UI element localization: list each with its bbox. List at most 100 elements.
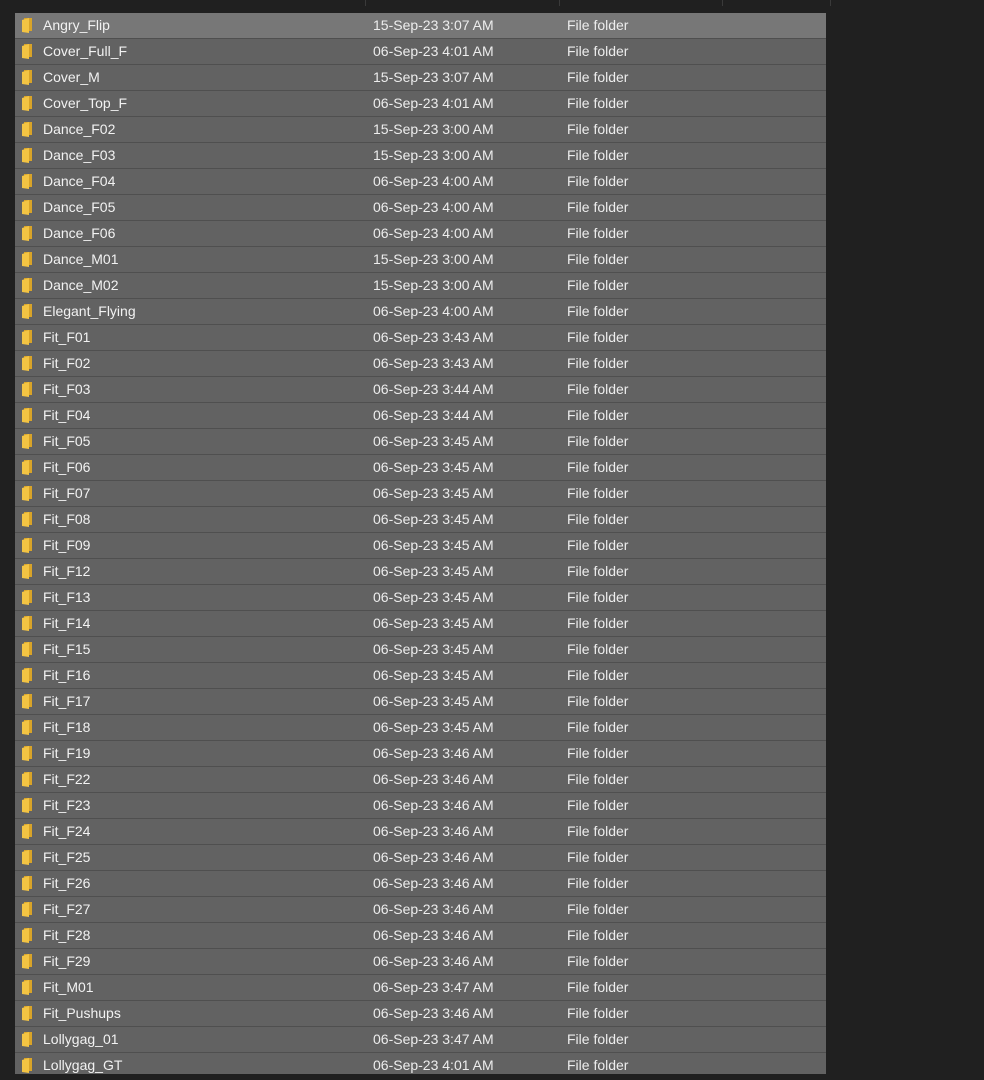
file-row[interactable]: Fit_F29 06-Sep-23 3:46 AM File folder xyxy=(15,949,826,975)
file-name: Dance_F02 xyxy=(43,121,116,137)
file-row[interactable]: Fit_F08 06-Sep-23 3:45 AM File folder xyxy=(15,507,826,533)
file-name: Fit_F29 xyxy=(43,953,91,969)
file-row[interactable]: Fit_F04 06-Sep-23 3:44 AM File folder xyxy=(15,403,826,429)
folder-icon xyxy=(22,226,32,241)
date-modified: 06-Sep-23 3:45 AM xyxy=(373,485,494,501)
file-row[interactable]: Fit_F05 06-Sep-23 3:45 AM File folder xyxy=(15,429,826,455)
file-row[interactable]: Fit_F15 06-Sep-23 3:45 AM File folder xyxy=(15,637,826,663)
file-row[interactable]: Fit_F23 06-Sep-23 3:46 AM File folder xyxy=(15,793,826,819)
file-type: File folder xyxy=(567,303,629,319)
file-row[interactable]: Dance_M01 15-Sep-23 3:00 AM File folder xyxy=(15,247,826,273)
folder-icon xyxy=(22,18,32,33)
file-name: Fit_F28 xyxy=(43,927,91,943)
file-row[interactable]: Fit_F28 06-Sep-23 3:46 AM File folder xyxy=(15,923,826,949)
file-name: Dance_M02 xyxy=(43,277,119,293)
file-type: File folder xyxy=(567,1057,629,1073)
folder-icon xyxy=(22,616,32,631)
file-row[interactable]: Fit_F16 06-Sep-23 3:45 AM File folder xyxy=(15,663,826,689)
file-row[interactable]: Fit_F24 06-Sep-23 3:46 AM File folder xyxy=(15,819,826,845)
file-row[interactable]: Fit_M01 06-Sep-23 3:47 AM File folder xyxy=(15,975,826,1001)
file-row[interactable]: Fit_F06 06-Sep-23 3:45 AM File folder xyxy=(15,455,826,481)
file-row[interactable]: Cover_Full_F 06-Sep-23 4:01 AM File fold… xyxy=(15,39,826,65)
date-modified: 06-Sep-23 3:45 AM xyxy=(373,615,494,631)
file-name: Fit_F02 xyxy=(43,355,91,371)
file-type: File folder xyxy=(567,147,629,163)
date-modified: 06-Sep-23 4:01 AM xyxy=(373,1057,494,1073)
date-modified: 06-Sep-23 3:45 AM xyxy=(373,511,494,527)
date-modified: 15-Sep-23 3:00 AM xyxy=(373,277,494,293)
file-row[interactable]: Fit_F17 06-Sep-23 3:45 AM File folder xyxy=(15,689,826,715)
file-row[interactable]: Fit_F07 06-Sep-23 3:45 AM File folder xyxy=(15,481,826,507)
file-row[interactable]: Fit_Pushups 06-Sep-23 3:46 AM File folde… xyxy=(15,1001,826,1027)
file-type: File folder xyxy=(567,251,629,267)
file-name: Cover_Full_F xyxy=(43,43,128,59)
file-name: Fit_F27 xyxy=(43,901,91,917)
date-modified: 06-Sep-23 3:46 AM xyxy=(373,797,494,813)
file-name: Cover_M xyxy=(43,69,100,85)
folder-icon xyxy=(22,1032,32,1047)
file-row[interactable]: Fit_F02 06-Sep-23 3:43 AM File folder xyxy=(15,351,826,377)
folder-icon xyxy=(22,798,32,813)
folder-icon xyxy=(22,408,32,423)
date-modified: 06-Sep-23 3:47 AM xyxy=(373,1031,494,1047)
date-modified: 06-Sep-23 3:45 AM xyxy=(373,667,494,683)
file-type: File folder xyxy=(567,173,629,189)
file-row[interactable]: Cover_M 15-Sep-23 3:07 AM File folder xyxy=(15,65,826,91)
file-row[interactable]: Fit_F09 06-Sep-23 3:45 AM File folder xyxy=(15,533,826,559)
file-row[interactable]: Fit_F22 06-Sep-23 3:46 AM File folder xyxy=(15,767,826,793)
file-type: File folder xyxy=(567,511,629,527)
column-divider[interactable] xyxy=(722,0,723,6)
file-name: Fit_F08 xyxy=(43,511,91,527)
date-modified: 06-Sep-23 4:00 AM xyxy=(373,199,494,215)
file-row[interactable]: Fit_F13 06-Sep-23 3:45 AM File folder xyxy=(15,585,826,611)
file-name: Elegant_Flying xyxy=(43,303,136,319)
file-row[interactable]: Fit_F01 06-Sep-23 3:43 AM File folder xyxy=(15,325,826,351)
folder-icon xyxy=(22,564,32,579)
file-row[interactable]: Cover_Top_F 06-Sep-23 4:01 AM File folde… xyxy=(15,91,826,117)
file-row[interactable]: Dance_M02 15-Sep-23 3:00 AM File folder xyxy=(15,273,826,299)
file-row[interactable]: Fit_F03 06-Sep-23 3:44 AM File folder xyxy=(15,377,826,403)
file-row[interactable]: Lollygag_01 06-Sep-23 3:47 AM File folde… xyxy=(15,1027,826,1053)
file-row[interactable]: Dance_F05 06-Sep-23 4:00 AM File folder xyxy=(15,195,826,221)
file-type: File folder xyxy=(567,1031,629,1047)
date-modified: 06-Sep-23 3:46 AM xyxy=(373,875,494,891)
file-row[interactable]: Dance_F02 15-Sep-23 3:00 AM File folder xyxy=(15,117,826,143)
file-row[interactable]: Angry_Flip 15-Sep-23 3:07 AM File folder xyxy=(15,13,826,39)
file-row[interactable]: Dance_F04 06-Sep-23 4:00 AM File folder xyxy=(15,169,826,195)
file-name: Fit_F07 xyxy=(43,485,91,501)
file-row[interactable]: Fit_F26 06-Sep-23 3:46 AM File folder xyxy=(15,871,826,897)
file-type: File folder xyxy=(567,69,629,85)
file-row[interactable]: Lollygag_GT 06-Sep-23 4:01 AM File folde… xyxy=(15,1053,826,1074)
date-modified: 06-Sep-23 3:46 AM xyxy=(373,1005,494,1021)
file-type: File folder xyxy=(567,719,629,735)
column-divider[interactable] xyxy=(559,0,560,6)
file-list: Angry_Flip 15-Sep-23 3:07 AM File folder… xyxy=(15,13,826,1074)
folder-icon xyxy=(22,746,32,761)
folder-icon xyxy=(22,122,32,137)
column-divider[interactable] xyxy=(365,0,366,6)
file-row[interactable]: Fit_F19 06-Sep-23 3:46 AM File folder xyxy=(15,741,826,767)
file-row[interactable]: Fit_F12 06-Sep-23 3:45 AM File folder xyxy=(15,559,826,585)
date-modified: 06-Sep-23 3:46 AM xyxy=(373,953,494,969)
vertical-scrollbar[interactable] xyxy=(972,13,984,1074)
file-row[interactable]: Fit_F25 06-Sep-23 3:46 AM File folder xyxy=(15,845,826,871)
file-row[interactable]: Elegant_Flying 06-Sep-23 4:00 AM File fo… xyxy=(15,299,826,325)
date-modified: 15-Sep-23 3:07 AM xyxy=(373,69,494,85)
file-type: File folder xyxy=(567,407,629,423)
folder-icon xyxy=(22,174,32,189)
folder-icon xyxy=(22,902,32,917)
file-row[interactable]: Fit_F14 06-Sep-23 3:45 AM File folder xyxy=(15,611,826,637)
file-row[interactable]: Fit_F18 06-Sep-23 3:45 AM File folder xyxy=(15,715,826,741)
folder-icon xyxy=(22,1058,32,1073)
date-modified: 06-Sep-23 3:43 AM xyxy=(373,355,494,371)
file-row[interactable]: Dance_F06 06-Sep-23 4:00 AM File folder xyxy=(15,221,826,247)
column-divider[interactable] xyxy=(830,0,831,6)
file-row[interactable]: Dance_F03 15-Sep-23 3:00 AM File folder xyxy=(15,143,826,169)
file-type: File folder xyxy=(567,485,629,501)
file-row[interactable]: Fit_F27 06-Sep-23 3:46 AM File folder xyxy=(15,897,826,923)
file-name: Dance_F06 xyxy=(43,225,116,241)
folder-icon xyxy=(22,200,32,215)
date-modified: 06-Sep-23 3:46 AM xyxy=(373,927,494,943)
file-type: File folder xyxy=(567,589,629,605)
date-modified: 06-Sep-23 4:01 AM xyxy=(373,95,494,111)
